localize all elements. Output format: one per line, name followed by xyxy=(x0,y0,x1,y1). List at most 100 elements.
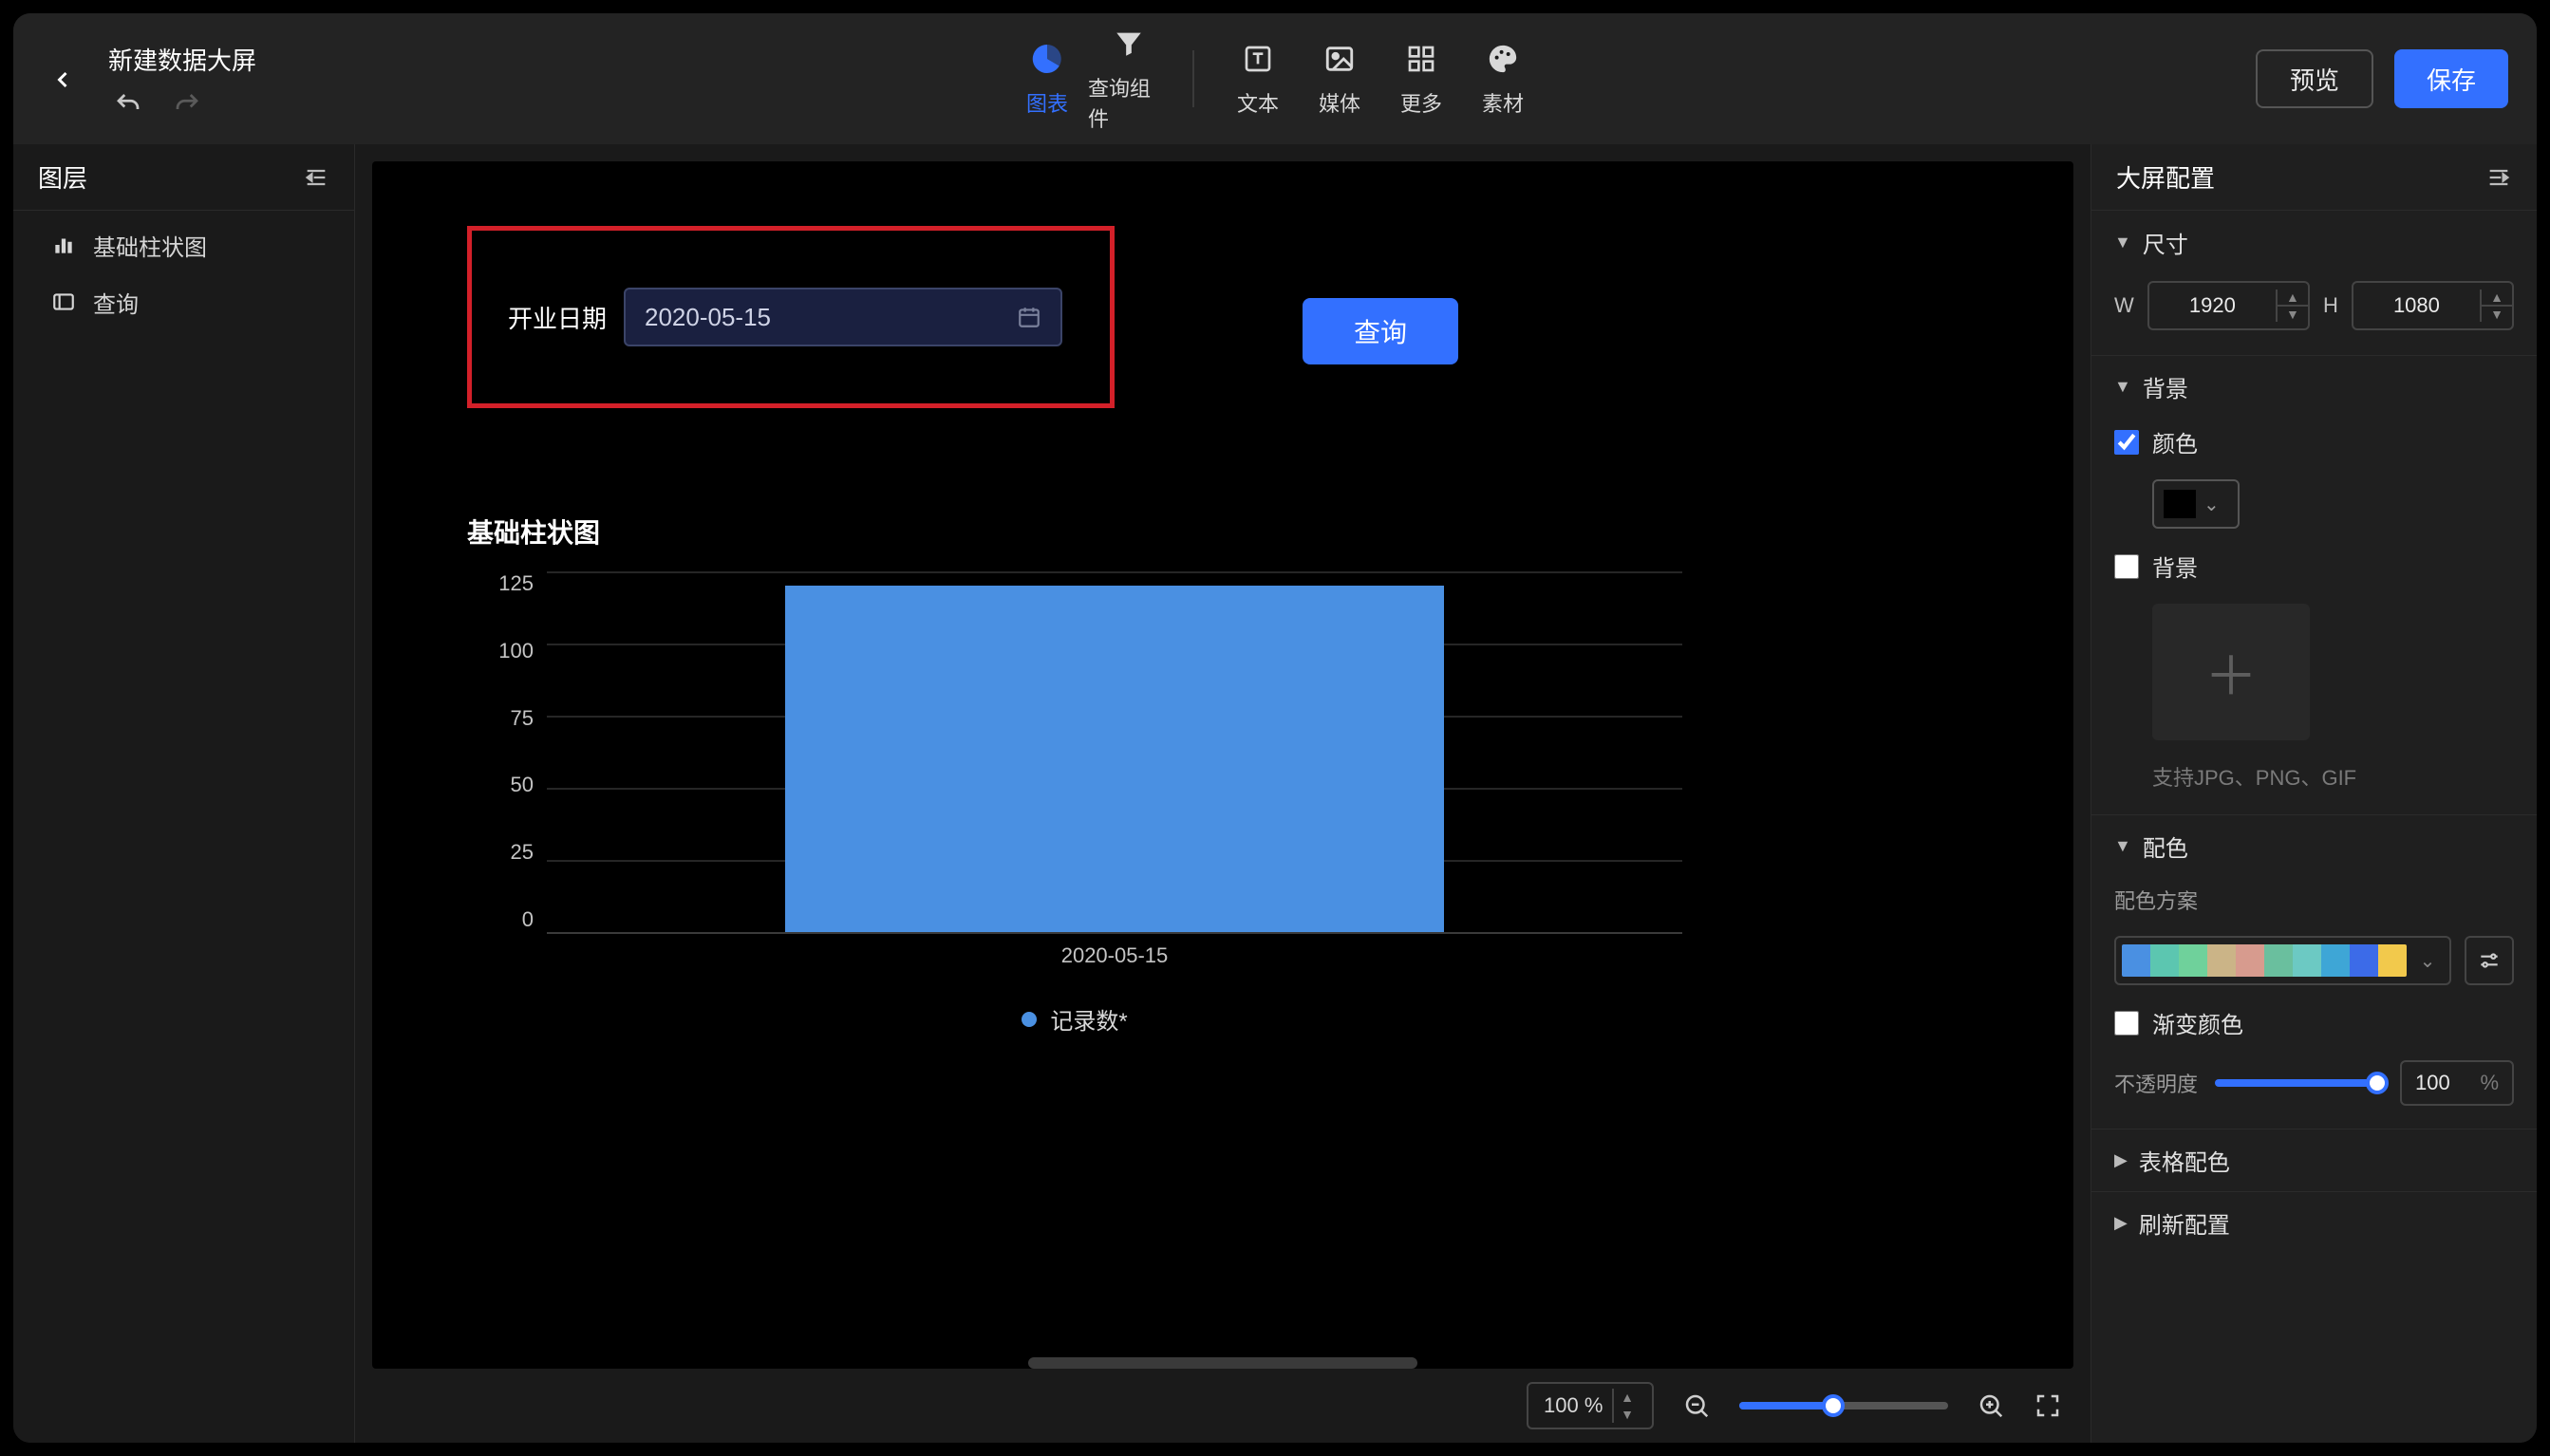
section-table-palette[interactable]: ▶ 表格配色 xyxy=(2091,1129,2537,1191)
palette-settings-button[interactable] xyxy=(2465,936,2514,985)
chevron-up-icon[interactable]: ▲ xyxy=(1612,1389,1641,1406)
date-input[interactable]: 2020-05-15 xyxy=(624,288,1062,346)
layer-item-label: 基础柱状图 xyxy=(93,229,207,262)
bar-chart[interactable]: 基础柱状图 125 100 75 50 25 0 xyxy=(467,513,1682,1036)
section-palette[interactable]: ▼ 配色 xyxy=(2091,814,2537,877)
layer-panel: 图层 基础柱状图 查询 xyxy=(13,144,355,1443)
bg-color-picker[interactable]: ⌄ xyxy=(2152,479,2240,529)
size-w-label: W xyxy=(2114,293,2134,318)
chevron-up-icon[interactable]: ▲ xyxy=(2278,289,2308,307)
zoom-in-icon xyxy=(1977,1391,2005,1420)
tool-material[interactable]: 素材 xyxy=(1462,40,1544,118)
tool-chart[interactable]: 图表 xyxy=(1006,40,1088,118)
config-panel-title: 大屏配置 xyxy=(2116,159,2485,195)
height-input[interactable]: 1080 ▲▼ xyxy=(2352,281,2514,330)
layer-item-query[interactable]: 查询 xyxy=(13,273,354,330)
filter-label: 开业日期 xyxy=(508,300,607,335)
caret-down-icon: ▼ xyxy=(2114,836,2131,856)
slider-thumb-icon[interactable] xyxy=(2366,1072,2389,1094)
scheme-label: 配色方案 xyxy=(2114,885,2514,915)
zoom-slider[interactable] xyxy=(1739,1402,1948,1409)
canvas-footer: 100 % ▲ ▼ xyxy=(355,1369,2091,1443)
undo-button[interactable] xyxy=(114,90,142,119)
horizontal-scrollbar[interactable] xyxy=(1028,1357,1417,1369)
upload-hint: 支持JPG、PNG、GIF xyxy=(2152,761,2514,792)
undo-icon xyxy=(114,90,142,119)
redo-button[interactable] xyxy=(173,90,201,119)
tool-more[interactable]: 更多 xyxy=(1380,40,1462,118)
sliders-icon xyxy=(2477,948,2502,973)
text-icon xyxy=(1239,40,1277,78)
tool-media[interactable]: 媒体 xyxy=(1299,40,1380,118)
calendar-icon xyxy=(1017,305,1041,329)
width-input[interactable]: 1920 ▲▼ xyxy=(2147,281,2310,330)
plot-area xyxy=(547,571,1682,932)
chevron-up-icon[interactable]: ▲ xyxy=(2482,289,2512,307)
layer-item-barchart[interactable]: 基础柱状图 xyxy=(13,216,354,273)
legend: 记录数* xyxy=(467,1002,1682,1036)
bar-0 xyxy=(785,586,1444,932)
collapse-right-button[interactable] xyxy=(2485,164,2512,191)
section-size[interactable]: ▼ 尺寸 xyxy=(2091,211,2537,273)
opacity-slider[interactable] xyxy=(2215,1079,2383,1087)
config-panel: 大屏配置 ▼ 尺寸 W 1920 ▲▼ H xyxy=(2091,144,2537,1443)
caret-right-icon: ▶ xyxy=(2114,1150,2128,1170)
pie-chart-icon xyxy=(1028,40,1066,78)
gradient-checkbox[interactable]: 渐变颜色 xyxy=(2114,1006,2514,1039)
preview-button[interactable]: 预览 xyxy=(2256,49,2373,108)
zoom-in-button[interactable] xyxy=(1977,1391,2005,1420)
color-checkbox[interactable]: 颜色 xyxy=(2114,425,2514,458)
layer-panel-title: 图层 xyxy=(38,159,303,195)
canvas[interactable]: 开业日期 2020-05-15 查询 基础柱状图 125 100 xyxy=(372,161,2073,1369)
zoom-out-icon xyxy=(1682,1391,1711,1420)
save-button[interactable]: 保存 xyxy=(2394,49,2508,108)
query-component[interactable]: 开业日期 2020-05-15 xyxy=(467,226,1115,408)
tool-query[interactable]: 查询组件 xyxy=(1088,25,1170,133)
palette-cells xyxy=(2122,944,2407,977)
caret-right-icon: ▶ xyxy=(2114,1213,2128,1233)
tool-text[interactable]: 文本 xyxy=(1217,40,1299,118)
zoom-out-button[interactable] xyxy=(1682,1391,1711,1420)
chevron-down-icon[interactable]: ▼ xyxy=(1612,1406,1641,1423)
bar-chart-icon xyxy=(51,233,76,257)
bg-image-checkbox[interactable]: 背景 xyxy=(2114,550,2514,583)
legend-marker-icon xyxy=(1022,1012,1037,1027)
canvas-area: 开业日期 2020-05-15 查询 基础柱状图 125 100 xyxy=(355,144,2091,1443)
slider-thumb-icon[interactable] xyxy=(1822,1394,1845,1417)
back-button[interactable] xyxy=(42,59,84,101)
color-swatch-icon xyxy=(2164,490,2196,518)
chevron-down-icon: ⌄ xyxy=(2411,949,2444,973)
indent-icon xyxy=(303,164,329,191)
top-toolbar: 图表 查询组件 文本 xyxy=(989,13,1561,144)
query-button[interactable]: 查询 xyxy=(1303,298,1458,364)
chevron-down-icon: ⌄ xyxy=(2203,493,2220,516)
topbar: 新建数据大屏 图表 xyxy=(13,13,2537,144)
y-axis: 125 100 75 50 25 0 xyxy=(467,571,534,932)
redo-icon xyxy=(173,90,201,119)
fullscreen-icon xyxy=(2034,1391,2062,1420)
palette-select[interactable]: ⌄ xyxy=(2114,936,2451,985)
section-background[interactable]: ▼ 背景 xyxy=(2091,355,2537,418)
image-icon xyxy=(1321,40,1359,78)
bg-upload-box[interactable]: ＋ xyxy=(2152,604,2310,740)
indent-icon xyxy=(2485,164,2512,191)
chevron-down-icon[interactable]: ▼ xyxy=(2278,307,2308,322)
page-title: 新建数据大屏 xyxy=(108,42,256,77)
chart-title: 基础柱状图 xyxy=(467,513,1682,551)
caret-down-icon: ▼ xyxy=(2114,377,2131,397)
x-axis-label: 2020-05-15 xyxy=(547,943,1682,968)
opacity-input[interactable]: 100 % xyxy=(2400,1060,2514,1106)
date-input-value: 2020-05-15 xyxy=(645,303,771,332)
section-refresh[interactable]: ▶ 刷新配置 xyxy=(2091,1191,2537,1254)
query-icon xyxy=(51,289,76,314)
fullscreen-button[interactable] xyxy=(2034,1391,2062,1420)
size-h-label: H xyxy=(2323,293,2338,318)
collapse-left-button[interactable] xyxy=(303,164,329,191)
grid-icon xyxy=(1402,40,1440,78)
caret-down-icon: ▼ xyxy=(2114,233,2131,252)
chevron-down-icon[interactable]: ▼ xyxy=(2482,307,2512,322)
layer-item-label: 查询 xyxy=(93,286,139,319)
chevron-left-icon xyxy=(49,66,76,93)
zoom-percent-input[interactable]: 100 % ▲ ▼ xyxy=(1527,1382,1654,1429)
opacity-label: 不透明度 xyxy=(2114,1068,2198,1098)
